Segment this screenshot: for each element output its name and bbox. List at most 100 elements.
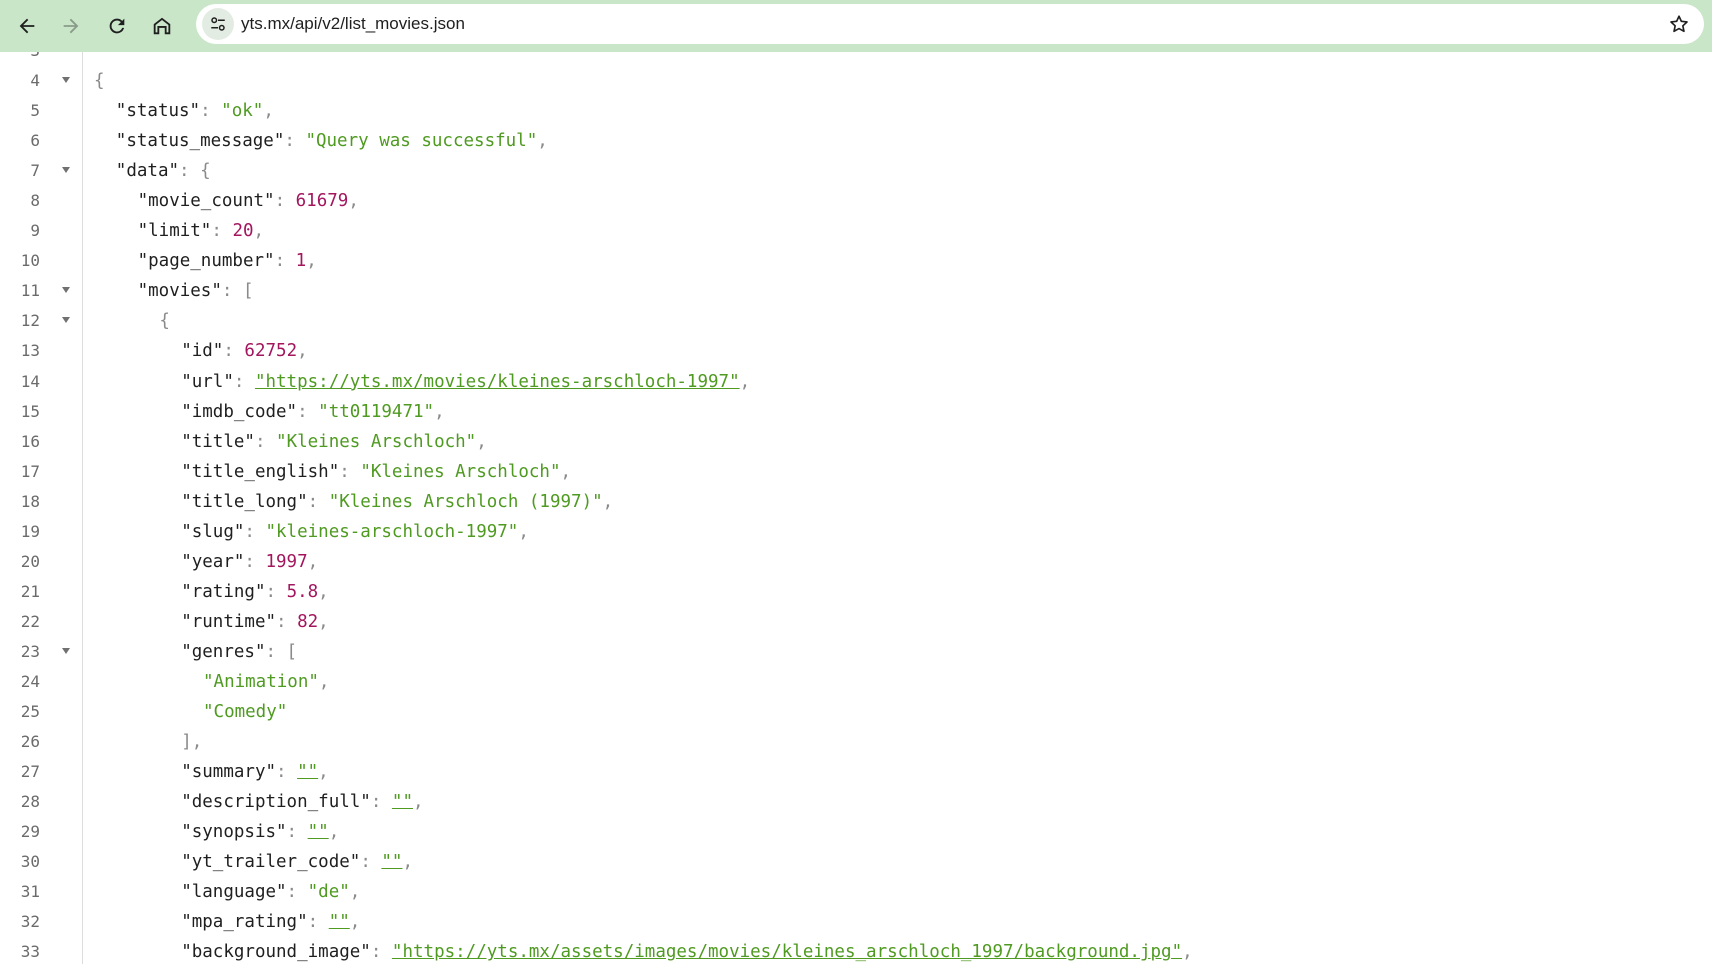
- code-line: 10 "page_number": 1,: [0, 245, 1712, 275]
- code-line: 20 "year": 1997,: [0, 546, 1712, 576]
- line-number: 12: [20, 311, 40, 331]
- json-punctuation: :: [286, 822, 308, 843]
- json-punctuation: ,: [434, 401, 445, 422]
- json-punctuation: ,: [318, 581, 329, 602]
- code-content: "runtime": 82,: [181, 611, 329, 633]
- home-icon: [153, 17, 171, 35]
- json-punctuation: ,: [476, 431, 487, 452]
- line-number: 26: [20, 732, 40, 752]
- code-line: 13 "id": 62752,: [0, 335, 1712, 365]
- code-content: "yt_trailer_code": "",: [181, 851, 413, 873]
- json-key: "movies": [137, 281, 222, 302]
- json-link[interactable]: "": [392, 792, 413, 812]
- fold-toggle-icon[interactable]: [62, 167, 70, 174]
- forward-button[interactable]: [52, 7, 90, 45]
- json-punctuation: {: [159, 311, 170, 332]
- json-punctuation: ,: [307, 551, 319, 572]
- code-line: 29 "synopsis": "",: [0, 816, 1712, 846]
- code-line: 11 "movies": [: [0, 275, 1712, 305]
- back-button[interactable]: [8, 7, 46, 45]
- url-text[interactable]: yts.mx/api/v2/list_movies.json: [241, 14, 465, 34]
- json-key: "year": [181, 551, 245, 572]
- fold-toggle-icon[interactable]: [62, 77, 70, 84]
- arrow-left-icon: [19, 18, 35, 34]
- json-number: 1997: [265, 551, 308, 572]
- code-line: 28 "description_full": "",: [0, 786, 1712, 816]
- json-string: "ok": [221, 101, 264, 122]
- line-number: 30: [20, 852, 40, 872]
- json-key: "yt_trailer_code": [181, 852, 361, 873]
- json-string: "Comedy": [203, 702, 288, 723]
- json-punctuation: :: [223, 341, 245, 362]
- json-punctuation: ,: [318, 762, 329, 783]
- json-link[interactable]: "": [329, 912, 350, 932]
- code-content: {: [159, 310, 170, 332]
- code-content: "mpa_rating": "",: [181, 911, 360, 933]
- code-content: "status_message": "Query was successful"…: [116, 130, 548, 152]
- code-line: 3: [0, 52, 1712, 65]
- site-info-button[interactable]: [202, 8, 234, 40]
- line-number: 5: [30, 101, 40, 121]
- code-content: "movie_count": 61679,: [138, 190, 359, 212]
- line-number: 27: [20, 762, 40, 782]
- code-line: 30 "yt_trailer_code": "",: [0, 846, 1712, 876]
- json-link[interactable]: "": [297, 762, 318, 782]
- address-bar[interactable]: yts.mx/api/v2/list_movies.json: [196, 4, 1704, 44]
- json-key: "rating": [181, 581, 266, 602]
- code-line: 25 "Comedy": [0, 696, 1712, 726]
- code-content: "description_full": "",: [181, 791, 423, 813]
- json-number: 20: [232, 221, 254, 242]
- code-line: 14 "url": "https://yts.mx/movies/kleines-…: [0, 366, 1712, 396]
- code-line: 7 "data": {: [0, 155, 1712, 185]
- line-number: 21: [20, 581, 40, 601]
- bookmark-button[interactable]: [1666, 11, 1692, 37]
- json-link[interactable]: "": [381, 852, 402, 872]
- code-line: 6 "status_message": "Query was successful…: [0, 125, 1712, 155]
- json-link[interactable]: "https://yts.mx/movies/kleines-arschloch…: [255, 372, 740, 392]
- code-content: "status": "ok",: [116, 100, 274, 122]
- line-number: 25: [20, 702, 40, 722]
- json-punctuation: :: [244, 521, 266, 542]
- json-punctuation: :: [339, 461, 361, 482]
- json-key: "imdb_code": [181, 401, 298, 422]
- reload-button[interactable]: [98, 7, 136, 45]
- fold-toggle-icon[interactable]: [62, 317, 70, 324]
- code-content: "imdb_code": "tt0119471",: [181, 401, 444, 423]
- code-content: ],: [181, 731, 202, 753]
- json-key: "runtime": [181, 611, 277, 632]
- json-punctuation: ,: [739, 371, 751, 392]
- json-punctuation: :: [286, 882, 308, 903]
- line-number: 8: [30, 191, 40, 211]
- code-content: "genres": [: [181, 641, 297, 663]
- json-string: "Query was successful": [305, 131, 538, 152]
- line-number: 33: [20, 942, 40, 962]
- json-punctuation: :: [233, 371, 255, 392]
- home-button[interactable]: [143, 7, 181, 45]
- json-key: "background_image": [181, 942, 371, 963]
- code-content: "Comedy": [203, 701, 287, 723]
- json-string: "tt0119471": [318, 401, 435, 422]
- line-number: 13: [20, 341, 40, 361]
- json-key: "genres": [181, 641, 266, 662]
- json-key: "status_message": [115, 131, 285, 152]
- json-key: "mpa_rating": [181, 912, 308, 933]
- fold-toggle-icon[interactable]: [62, 647, 70, 654]
- code-line: 22 "runtime": 82,: [0, 606, 1712, 636]
- json-punctuation: :: [307, 912, 329, 933]
- code-lines: 34{5"status": "ok",6"status_message": "Q…: [0, 52, 1712, 964]
- json-punctuation: :: [244, 551, 266, 572]
- line-number: 23: [20, 641, 40, 661]
- json-link[interactable]: "": [308, 822, 329, 842]
- json-link[interactable]: "https://yts.mx/assets/images/movies/kle…: [392, 942, 1182, 962]
- line-number: 32: [20, 912, 40, 932]
- line-number: 10: [20, 251, 40, 271]
- fold-toggle-icon[interactable]: [62, 287, 70, 294]
- json-punctuation: ],: [181, 732, 203, 753]
- code-content: "title": "Kleines Arschloch",: [181, 431, 487, 453]
- json-punctuation: :: [276, 611, 298, 632]
- json-punctuation: {: [94, 71, 105, 92]
- json-punctuation: ,: [348, 191, 359, 212]
- code-content: "language": "de",: [181, 881, 360, 903]
- code-content: "id": 62752,: [181, 340, 307, 362]
- json-punctuation: ,: [263, 101, 274, 122]
